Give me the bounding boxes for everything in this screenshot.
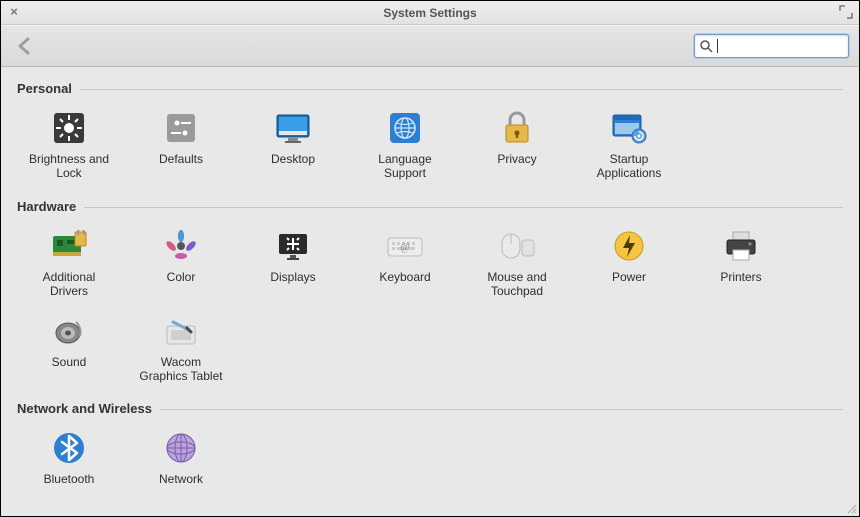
displays-icon (273, 226, 313, 266)
settings-item-label: Network (159, 472, 203, 486)
back-button[interactable] (11, 32, 39, 60)
text-cursor (717, 39, 718, 53)
settings-item-desktop[interactable]: Desktop (237, 102, 349, 187)
settings-item-label: Bluetooth (44, 472, 95, 486)
brightness-icon (49, 108, 89, 148)
settings-item-label: Brightness and Lock (29, 152, 109, 181)
settings-item-label: Wacom Graphics Tablet (139, 355, 222, 384)
network-icon (161, 428, 201, 468)
settings-item-label: Additional Drivers (43, 270, 96, 299)
desktop-icon (273, 108, 313, 148)
settings-item-keyboard[interactable]: @ Keyboard (349, 220, 461, 305)
privacy-icon (497, 108, 537, 148)
settings-item-label: Mouse and Touchpad (487, 270, 546, 299)
startup-icon (609, 108, 649, 148)
settings-item-displays[interactable]: Displays (237, 220, 349, 305)
settings-item-label: Startup Applications (597, 152, 662, 181)
settings-item-bluetooth[interactable]: Bluetooth (13, 422, 125, 492)
drivers-icon (49, 226, 89, 266)
section-personal-grid: Brightness and Lock Defaults Desktop Langua… (7, 98, 853, 193)
color-icon (161, 226, 201, 266)
titlebar: × System Settings (1, 1, 859, 25)
settings-item-mouse[interactable]: Mouse and Touchpad (461, 220, 573, 305)
keyboard-icon: @ (385, 226, 425, 266)
wacom-icon (161, 311, 201, 351)
svg-text:@: @ (400, 242, 409, 253)
settings-item-language[interactable]: Language Support (349, 102, 461, 187)
settings-item-network[interactable]: Network (125, 422, 237, 492)
settings-item-label: Sound (52, 355, 87, 369)
section-hardware-grid: Additional Drivers Color Displays @ Keyboard… (7, 216, 853, 396)
settings-item-label: Keyboard (379, 270, 430, 284)
printers-icon (721, 226, 761, 266)
section-hardware-header: Hardware (7, 193, 853, 216)
maximize-button[interactable] (839, 5, 853, 19)
section-network-grid: Bluetooth Network (7, 418, 853, 498)
settings-item-label: Privacy (497, 152, 536, 166)
bluetooth-icon (49, 428, 89, 468)
search-field[interactable] (694, 34, 849, 58)
sound-icon (49, 311, 89, 351)
content-area: Personal Brightness and Lock Defaults Desk… (1, 67, 859, 516)
settings-item-wacom[interactable]: Wacom Graphics Tablet (125, 305, 237, 390)
settings-item-label: Power (612, 270, 646, 284)
settings-item-label: Defaults (159, 152, 203, 166)
section-personal-header: Personal (7, 75, 853, 98)
settings-item-brightness[interactable]: Brightness and Lock (13, 102, 125, 187)
settings-item-drivers[interactable]: Additional Drivers (13, 220, 125, 305)
settings-item-color[interactable]: Color (125, 220, 237, 305)
defaults-icon (161, 108, 201, 148)
settings-item-label: Language Support (378, 152, 431, 181)
settings-item-startup[interactable]: Startup Applications (573, 102, 685, 187)
mouse-icon (497, 226, 537, 266)
window-title: System Settings (383, 6, 476, 20)
power-icon (609, 226, 649, 266)
close-button[interactable]: × (7, 5, 21, 19)
settings-item-label: Displays (270, 270, 315, 284)
section-personal-title: Personal (17, 81, 72, 96)
search-icon (699, 39, 713, 53)
settings-item-label: Printers (720, 270, 761, 284)
resize-grip[interactable] (845, 502, 857, 514)
section-network-title: Network and Wireless (17, 401, 152, 416)
settings-item-defaults[interactable]: Defaults (125, 102, 237, 187)
language-icon (385, 108, 425, 148)
settings-item-sound[interactable]: Sound (13, 305, 125, 390)
section-hardware-title: Hardware (17, 199, 76, 214)
settings-item-privacy[interactable]: Privacy (461, 102, 573, 187)
settings-item-power[interactable]: Power (573, 220, 685, 305)
settings-item-printers[interactable]: Printers (685, 220, 797, 305)
settings-window: × System Settings (0, 0, 860, 517)
settings-item-label: Desktop (271, 152, 315, 166)
section-network-header: Network and Wireless (7, 395, 853, 418)
settings-item-label: Color (167, 270, 196, 284)
toolbar (1, 25, 859, 67)
